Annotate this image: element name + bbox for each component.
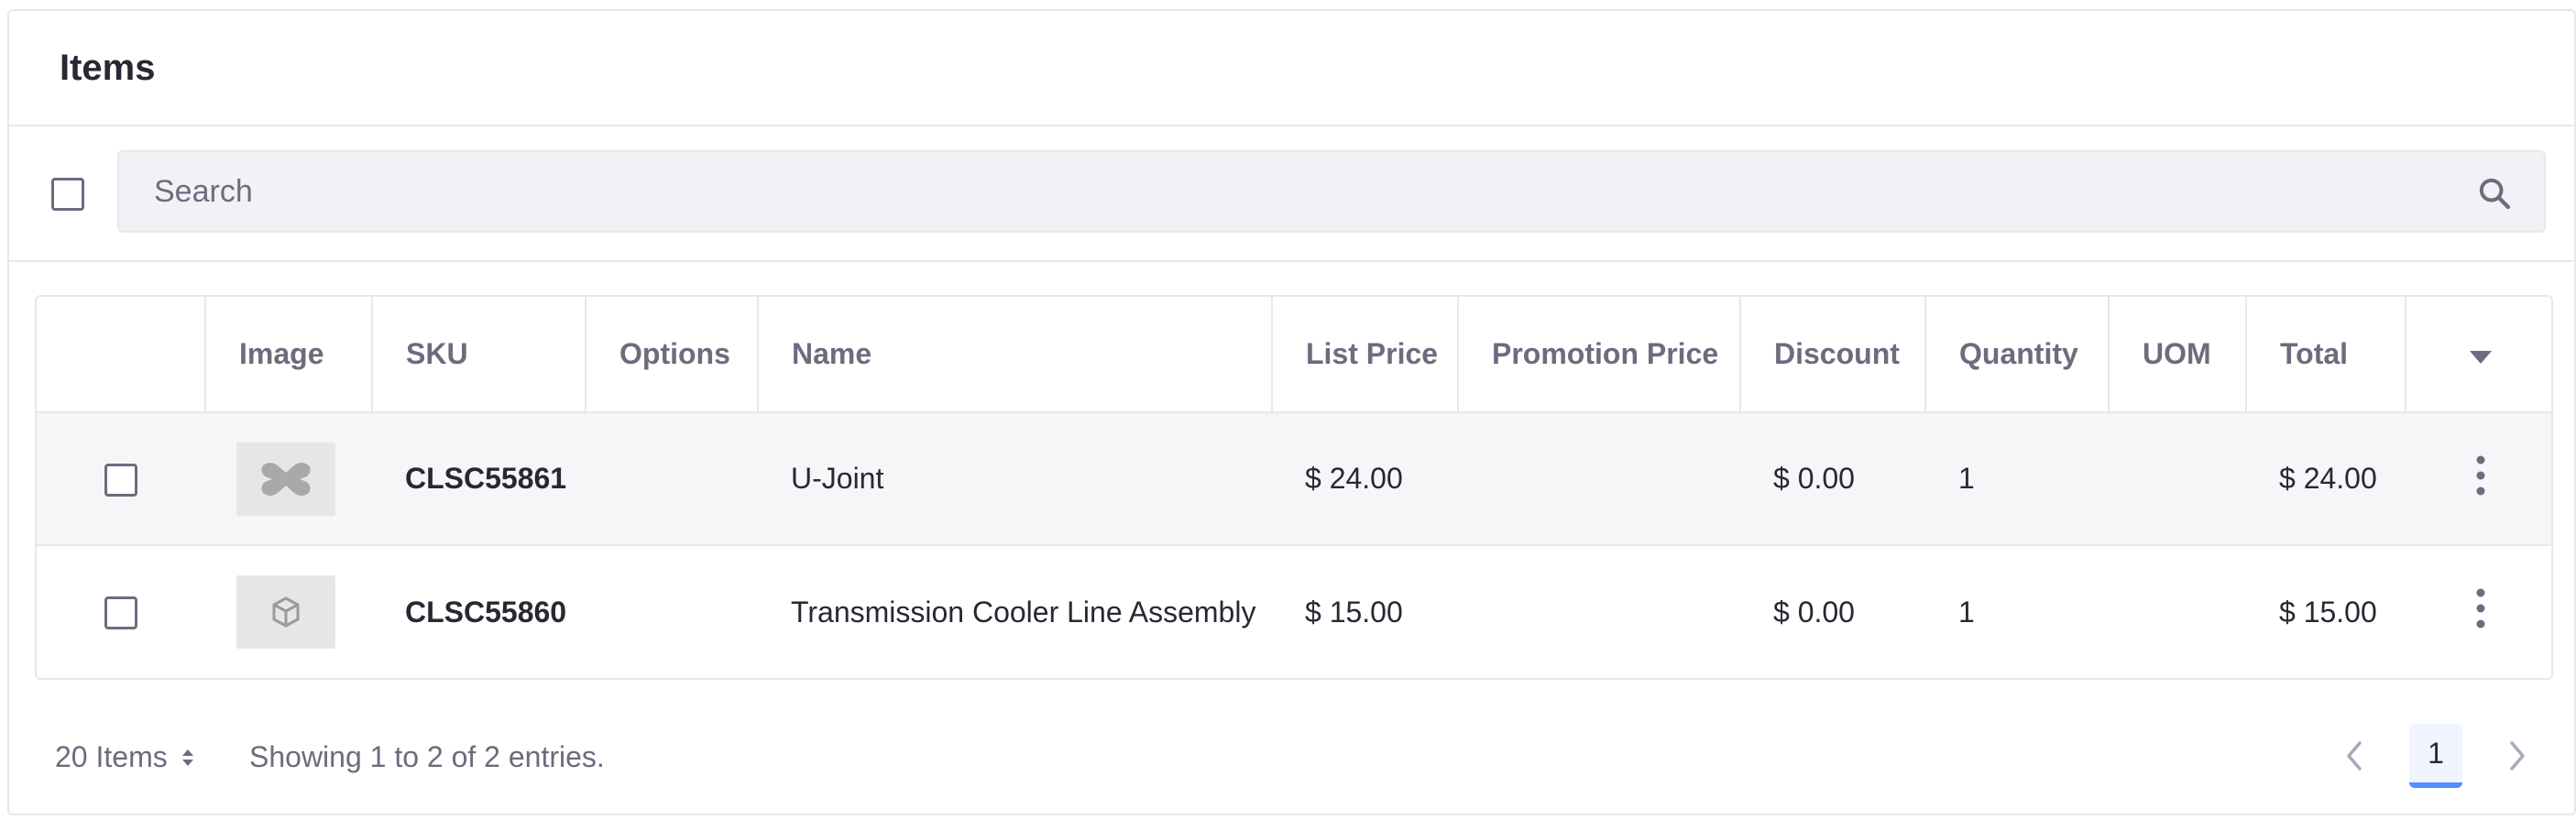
column-header-total[interactable]: Total	[2246, 297, 2406, 413]
previous-page-button[interactable]	[2325, 724, 2384, 788]
page-button-current[interactable]: 1	[2409, 724, 2462, 788]
row-image-cell	[205, 545, 372, 678]
column-header-select	[37, 297, 206, 413]
row-list-price: $ 24.00	[1272, 412, 1458, 546]
management-toolbar: Search	[9, 126, 2574, 262]
items-table: Image SKU Options Name List Price Promot…	[35, 295, 2553, 680]
row-total: $ 24.00	[2246, 412, 2406, 546]
row-list-price: $ 15.00	[1305, 595, 1403, 629]
more-actions-icon[interactable]	[2462, 585, 2499, 631]
row-name: Transmission Cooler Line Assembly	[791, 595, 1256, 629]
row-sku: CLSC55861	[372, 412, 586, 546]
chevron-left-icon	[2347, 741, 2362, 771]
product-thumbnail	[236, 575, 335, 649]
column-header-list-price[interactable]: List Price	[1272, 297, 1459, 413]
row-total: $ 15.00	[2279, 595, 2377, 629]
search-icon[interactable]	[2476, 175, 2513, 212]
search-placeholder: Search	[154, 173, 253, 209]
placeholder-box-icon	[272, 596, 300, 628]
column-header-discount[interactable]: Discount	[1740, 297, 1926, 413]
table-row[interactable]: CLSC55860 Transmission Cooler Line Assem…	[37, 545, 2551, 678]
row-quantity: 1	[1925, 412, 2109, 546]
row-image-cell	[205, 412, 372, 546]
row-select-cell	[37, 545, 205, 678]
page-size-label: 20 Items	[55, 740, 168, 773]
column-visibility-menu[interactable]	[2406, 297, 2551, 413]
row-uom	[2109, 412, 2246, 546]
sort-updown-icon	[181, 749, 193, 766]
row-options	[586, 545, 758, 678]
more-actions-icon[interactable]	[2462, 453, 2499, 498]
column-header-uom[interactable]: UOM	[2109, 297, 2247, 413]
row-checkbox[interactable]	[104, 596, 137, 630]
column-header-name[interactable]: Name	[758, 297, 1273, 413]
pagination-results-text: Showing 1 to 2 of 2 entries.	[249, 740, 605, 773]
column-header-promotion-price[interactable]: Promotion Price	[1458, 297, 1741, 413]
row-sku: CLSC55860	[405, 595, 567, 629]
row-actions-cell	[2406, 412, 2551, 546]
chevron-right-icon	[2510, 741, 2525, 771]
product-thumbnail	[236, 442, 335, 516]
row-promotion-price	[1458, 545, 1740, 678]
row-quantity: 1	[1958, 595, 1975, 629]
page-size-dropdown[interactable]: 20 Items	[55, 740, 195, 774]
pagination: 1	[2325, 724, 2547, 788]
row-discount: $ 0.00	[1740, 412, 1925, 546]
column-header-sku[interactable]: SKU	[372, 297, 586, 413]
table-row[interactable]: CLSC55861 U-Joint $ 24.00 $ 0.00 1 $ 24.…	[37, 412, 2551, 546]
column-header-options: Options	[586, 297, 759, 413]
row-checkbox[interactable]	[104, 463, 137, 497]
items-card: Items Search Image SKU Options Name List…	[7, 9, 2576, 815]
row-discount: $ 0.00	[1773, 595, 1855, 629]
card-header: Items	[9, 11, 2574, 126]
row-uom	[2109, 545, 2246, 678]
caret-down-icon[interactable]	[2470, 351, 2492, 364]
select-all-checkbox[interactable]	[51, 178, 84, 211]
u-joint-thumbnail-icon	[261, 462, 311, 496]
column-header-image: Image	[205, 297, 373, 413]
card-title: Items	[60, 47, 156, 88]
row-promotion-price	[1458, 412, 1740, 546]
pagination-bar: 20 Items Showing 1 to 2 of 2 entries. 1	[9, 707, 2574, 808]
row-name: U-Joint	[758, 412, 1272, 546]
row-select-cell	[37, 412, 205, 546]
table-header-row: Image SKU Options Name List Price Promot…	[37, 297, 2551, 413]
column-header-quantity[interactable]: Quantity	[1925, 297, 2110, 413]
row-options	[586, 412, 758, 546]
next-page-button[interactable]	[2488, 724, 2547, 788]
row-actions-cell	[2406, 545, 2551, 678]
search-input[interactable]: Search	[117, 150, 2546, 233]
